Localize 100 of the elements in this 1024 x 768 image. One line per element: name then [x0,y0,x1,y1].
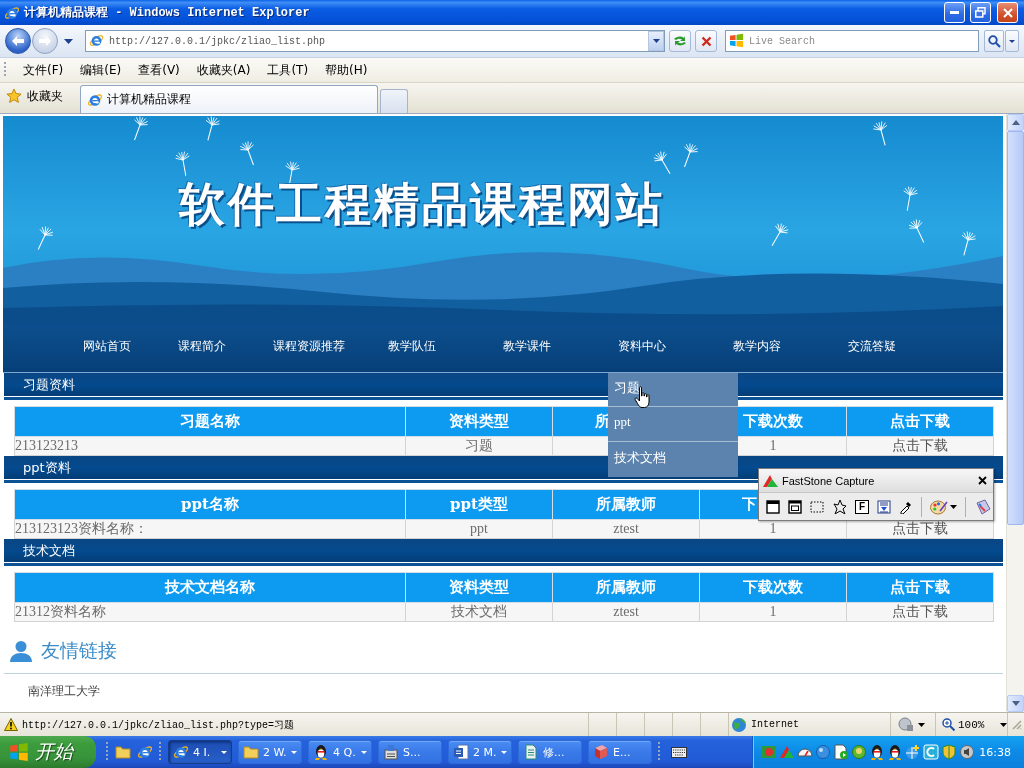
taskbar-button[interactable]: 2 M. [448,740,512,764]
penguin-icon[interactable] [887,744,903,760]
taskbar-button[interactable]: 4 Q. [308,740,372,764]
shield-icon[interactable] [941,744,957,760]
fixed-region-button[interactable]: F [855,499,869,514]
text-document-icon [453,744,469,760]
back-button[interactable] [5,28,31,54]
drawing-pad-icon[interactable] [974,498,991,515]
scrollbar-thumb[interactable] [1007,131,1024,525]
restore-button[interactable] [970,2,991,23]
media-file-icon[interactable] [833,744,849,760]
windows-flag-icon [9,742,29,762]
taskbar-button[interactable]: E... [588,740,652,764]
close-button[interactable] [997,2,1018,23]
refresh-button[interactable] [669,30,691,52]
windows-flag-icon [729,33,744,48]
printer-icon [383,744,399,760]
refresh-icon [672,34,688,48]
nav-link[interactable]: 课程简介 [178,338,226,355]
browser-logo-icon [89,33,104,48]
ball-icon[interactable] [815,744,831,760]
address-dropdown-button[interactable] [648,31,664,51]
taskbar-button[interactable]: 修... [518,740,582,764]
search-field[interactable]: Live Search [725,30,979,52]
search-button[interactable] [984,30,1004,52]
nav-link[interactable]: 网站首页 [83,338,131,355]
start-button[interactable]: 开始 [0,736,96,768]
menu-item[interactable]: 编辑(E) [77,59,125,81]
scroll-up-button[interactable] [1007,114,1024,131]
palette-icon[interactable] [930,498,948,515]
nav-link[interactable]: 交流答疑 [848,338,896,355]
folder-icon[interactable] [115,744,131,760]
keyboard-icon[interactable] [671,745,687,759]
status-url: http://127.0.0.1/jpkc/zliao_list.php?type=习题 [22,718,295,732]
cube-icon [593,744,609,760]
menu-item[interactable]: 查看(V) [135,59,183,81]
nav-link[interactable]: 教学队伍 [388,338,436,355]
triangle-logo-icon [763,474,778,487]
column-header: 资料类型 [405,572,553,603]
taskbar-button[interactable]: 4 I. [168,740,232,764]
caret-icon[interactable] [64,38,73,44]
menu-item[interactable]: 帮助(H) [322,59,371,81]
globe-icon [731,716,747,733]
stop-button[interactable] [695,30,717,52]
taskbar-button[interactable]: 2 W. [238,740,302,764]
clock: 16:38 [979,745,1012,759]
section-heading: 友情链接 [41,638,117,663]
speaker-icon[interactable] [959,744,975,760]
caret-icon [652,39,660,43]
eyedropper-icon[interactable] [899,499,913,514]
download-link[interactable]: 点击下载 [892,521,948,536]
site-title: 软件工程精品课程网站 [179,178,664,231]
caret-icon [1009,39,1015,43]
column-header: 点击下载 [846,572,994,603]
document-icon [523,744,539,760]
column-header: 技术文档名称 [14,572,406,603]
favorites-button[interactable]: 收藏夹 [5,84,66,108]
browser-logo-icon[interactable] [137,744,153,760]
column-header: ppt名称 [14,489,406,520]
caret-icon[interactable] [1000,722,1007,727]
friend-link[interactable]: 南洋理工大学 [28,683,100,700]
search-icon [987,34,1001,48]
menu-item[interactable]: 文件(F) [20,59,67,81]
nav-link[interactable]: 教学课件 [503,338,551,355]
nav-link[interactable]: 资料中心 [618,338,666,355]
menu-item[interactable]: 收藏夹(A) [193,59,254,81]
stop-icon [700,35,712,47]
scroll-down-button[interactable] [1007,695,1024,712]
column-header: 资料类型 [405,406,553,437]
c-tile-icon[interactable] [923,744,939,760]
close-icon[interactable] [978,476,987,485]
minimize-icon [950,11,959,14]
address-field[interactable]: http://127.0.0.1/jpkc/zliao_list.php [85,30,665,52]
nav-link[interactable]: 课程资源推荐 [273,338,345,355]
minimize-button[interactable] [944,2,965,23]
window-icon[interactable] [766,499,780,514]
globe-lock-icon[interactable] [898,717,914,732]
dashed-rectangle-icon[interactable] [810,500,824,513]
nav-link[interactable]: 教学内容 [733,338,781,355]
taskbar-button[interactable]: S... [378,740,442,764]
toolbar-grip-icon [4,61,7,79]
menu-item[interactable]: 工具(T) [264,59,312,81]
browser-tab[interactable]: 计算机精品课程 [80,85,378,113]
penguin-icon[interactable] [869,744,885,760]
zoom-button[interactable]: 100% [942,718,985,731]
close-icon [1002,7,1013,18]
star-outline-icon[interactable] [832,499,847,514]
column-header: 点击下载 [846,406,994,437]
column-header: 下载次数 [699,572,847,603]
disc-icon[interactable] [851,744,867,760]
zoom-icon [942,718,955,731]
download-link[interactable]: 点击下载 [892,604,948,619]
window-frame-icon[interactable] [788,499,802,514]
toolbar-grip-icon [106,741,109,763]
column-header: 所属教师 [552,489,700,520]
column-header: 习题名称 [14,406,406,437]
download-link[interactable]: 点击下载 [892,438,948,453]
window-title: 计算机精品课程 - Windows Internet Explorer [24,5,311,21]
browser-logo-icon [4,4,20,21]
caret-icon[interactable] [950,504,957,509]
